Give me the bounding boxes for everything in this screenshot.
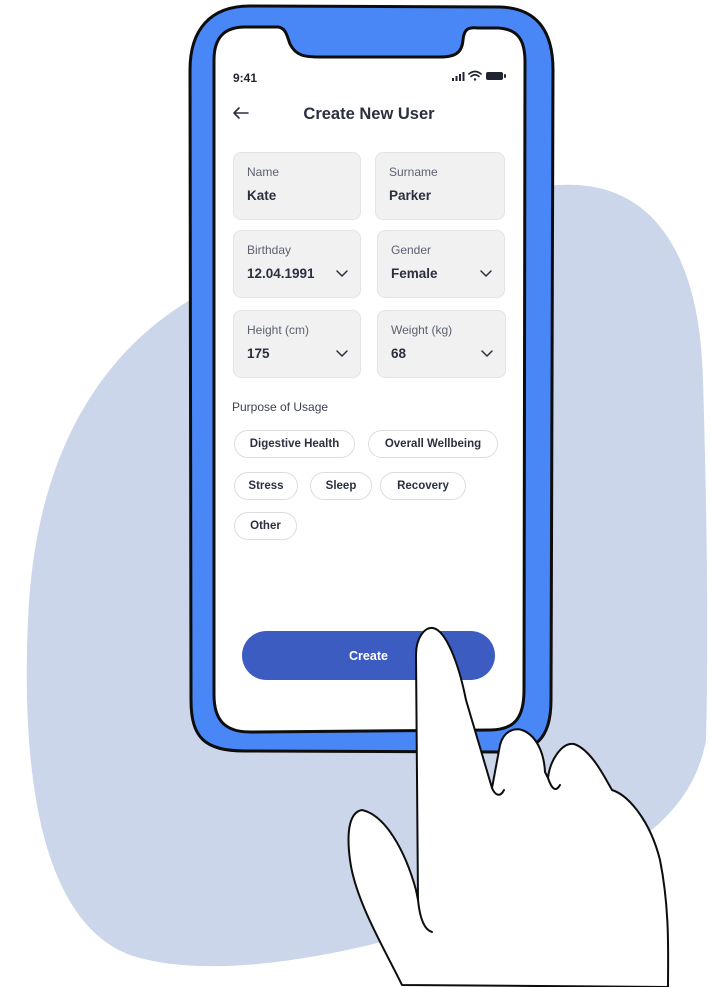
- height-value: 175: [247, 346, 270, 361]
- surname-value: Parker: [389, 188, 432, 203]
- page-title: Create New User: [303, 105, 435, 123]
- chip-stress[interactable]: Stress: [234, 472, 298, 500]
- app-screen: 9:41 Create New User Name Kate Surname P…: [214, 28, 524, 731]
- birthday-select[interactable]: Birthday 12.04.1991: [233, 230, 361, 298]
- arrow-left-icon[interactable]: [230, 102, 252, 124]
- chip-other[interactable]: Other: [234, 512, 297, 540]
- status-time: 9:41: [233, 71, 258, 85]
- chevron-down-icon: [480, 270, 492, 277]
- surname-label: Surname: [389, 165, 438, 179]
- wifi-icon: [468, 70, 482, 81]
- chip-overall-wellbeing[interactable]: Overall Wellbeing: [368, 430, 498, 458]
- chevron-down-icon: [481, 350, 493, 357]
- create-button[interactable]: Create: [242, 631, 495, 680]
- birthday-value: 12.04.1991: [247, 266, 315, 281]
- name-field[interactable]: Name Kate: [233, 152, 361, 220]
- name-label: Name: [247, 165, 280, 179]
- chip-sleep[interactable]: Sleep: [310, 472, 372, 500]
- height-select[interactable]: Height (cm) 175: [233, 310, 361, 378]
- gender-value: Female: [391, 266, 438, 281]
- chip-digestive-health[interactable]: Digestive Health: [234, 430, 355, 458]
- gender-select[interactable]: Gender Female: [377, 230, 505, 298]
- birthday-label: Birthday: [247, 243, 292, 257]
- name-value: Kate: [247, 188, 277, 203]
- surname-field[interactable]: Surname Parker: [375, 152, 505, 220]
- status-icons: [452, 70, 506, 81]
- weight-value: 68: [391, 346, 407, 361]
- chevron-down-icon: [336, 270, 348, 277]
- chip-recovery[interactable]: Recovery: [380, 472, 466, 500]
- weight-label: Weight (kg): [391, 323, 453, 337]
- weight-select[interactable]: Weight (kg) 68: [377, 310, 506, 378]
- gender-label: Gender: [391, 243, 432, 257]
- status-bar: 9:41: [214, 28, 524, 88]
- signal-icon: [452, 72, 465, 81]
- battery-icon: [486, 72, 506, 80]
- chevron-down-icon: [336, 350, 348, 357]
- height-label: Height (cm): [247, 323, 310, 337]
- purpose-label: Purpose of Usage: [232, 400, 329, 414]
